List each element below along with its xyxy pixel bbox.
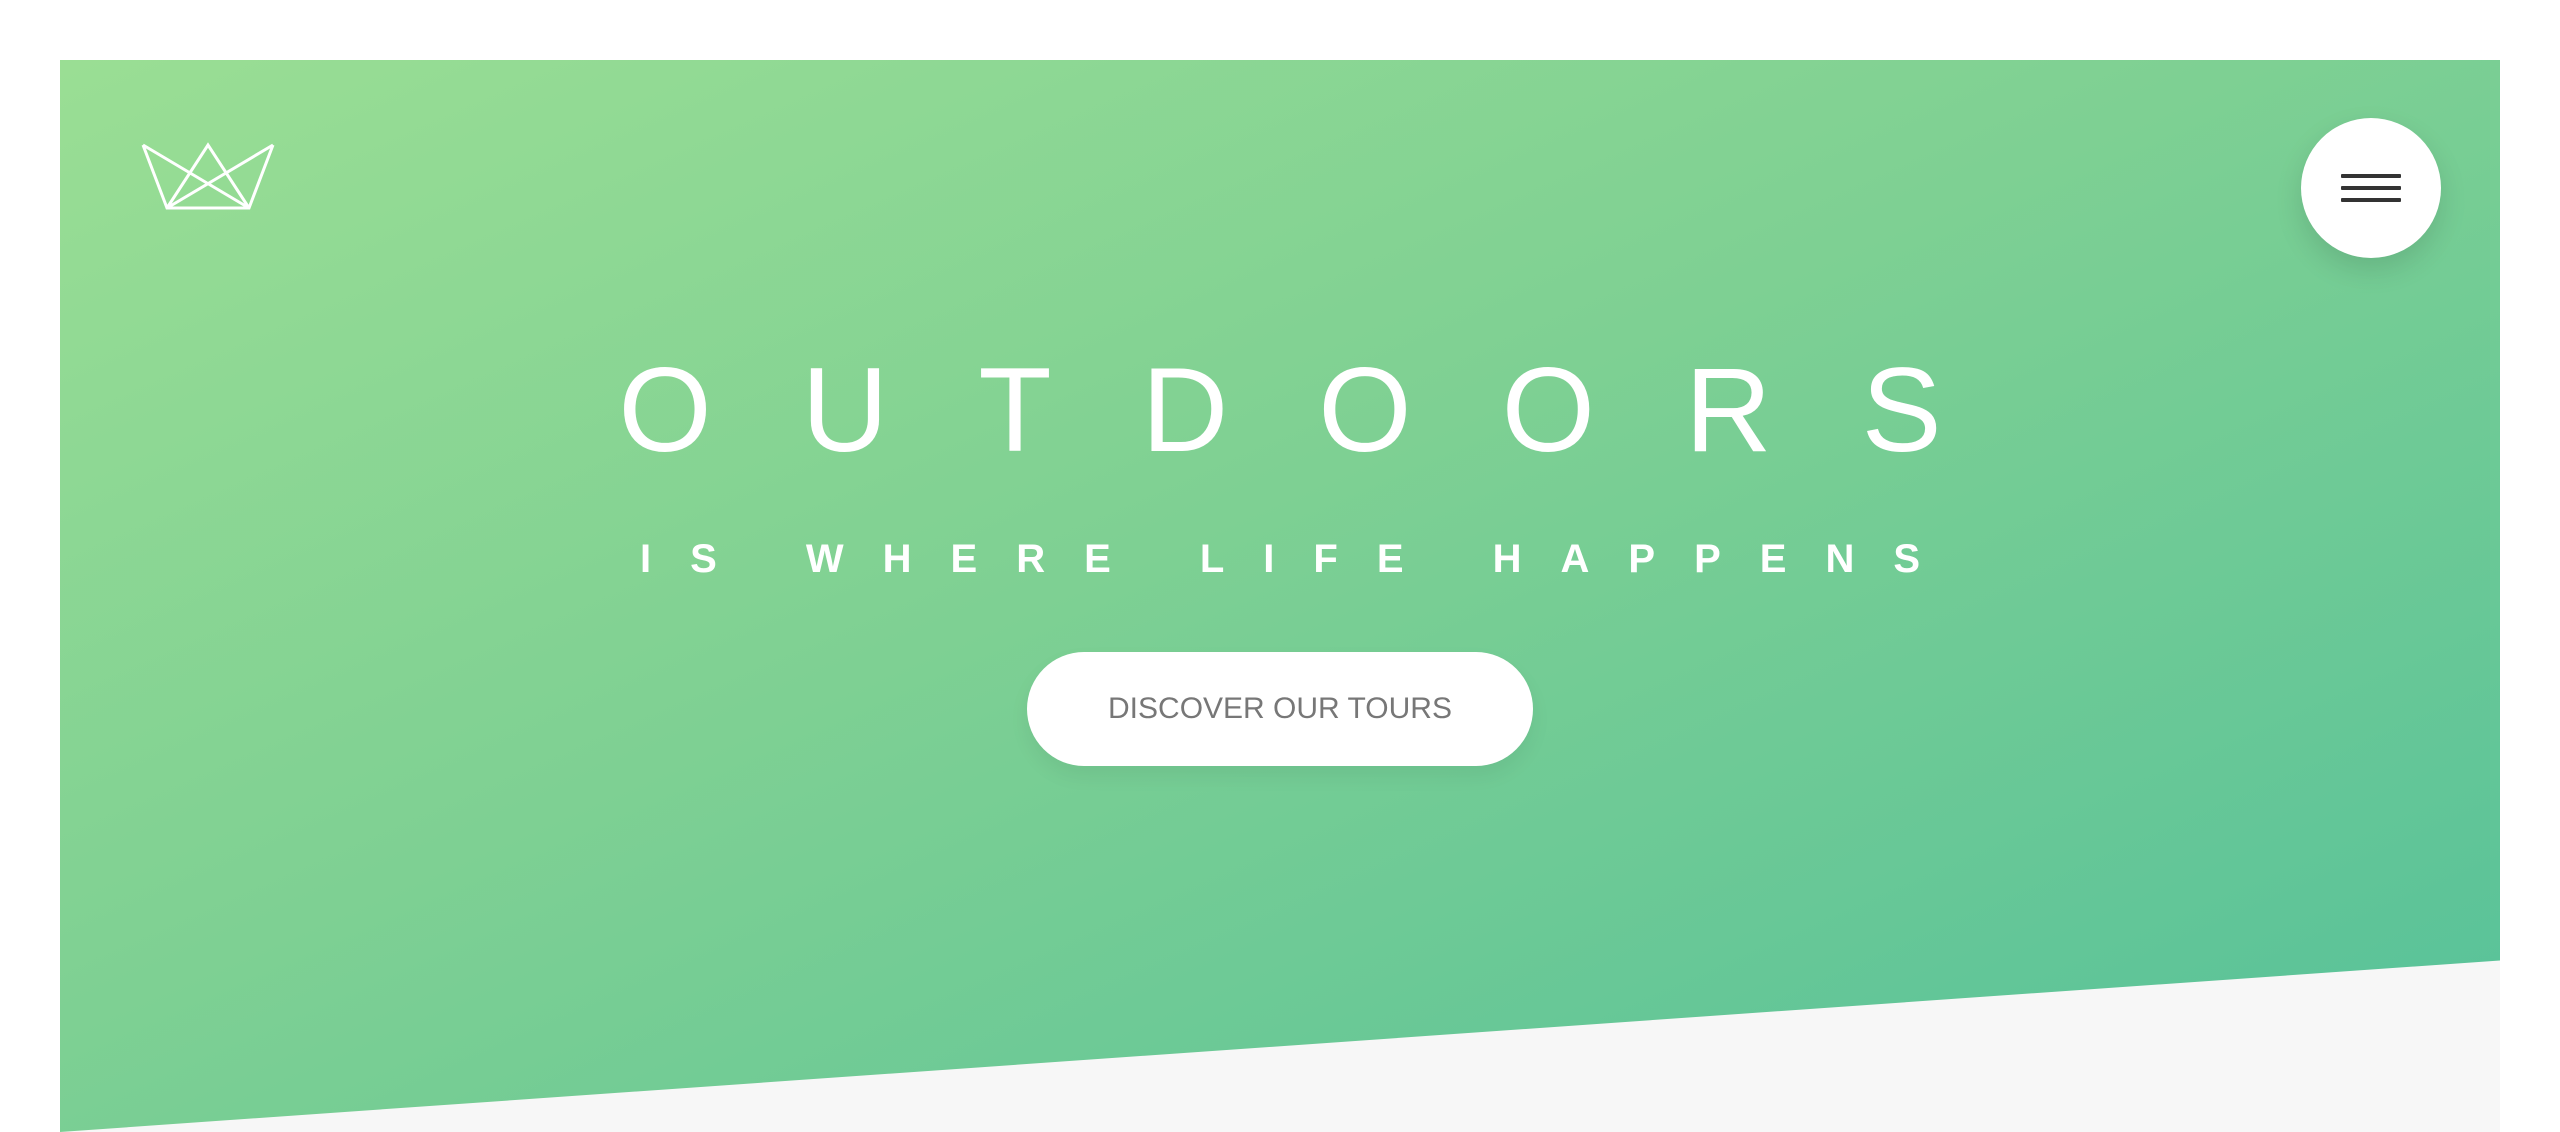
page: OUTDOORS IS WHERE LIFE HAPPENS DISCOVER …: [0, 0, 2560, 1132]
discover-tours-button[interactable]: DISCOVER OUR TOURS: [1027, 652, 1533, 766]
hero-subtitle: IS WHERE LIFE HAPPENS: [639, 537, 1960, 581]
crown-logo-icon[interactable]: [140, 136, 280, 216]
hero-section: OUTDOORS IS WHERE LIFE HAPPENS DISCOVER …: [60, 60, 2500, 1132]
hamburger-menu-icon-line: [2341, 198, 2401, 202]
hero-background: [60, 60, 2500, 1132]
hero-title: OUTDOORS: [618, 343, 2032, 477]
crown-icon: [141, 142, 275, 210]
hamburger-menu-button[interactable]: [2301, 118, 2441, 258]
hamburger-menu-icon-line: [2341, 174, 2401, 178]
hamburger-menu-icon-line: [2341, 186, 2401, 190]
